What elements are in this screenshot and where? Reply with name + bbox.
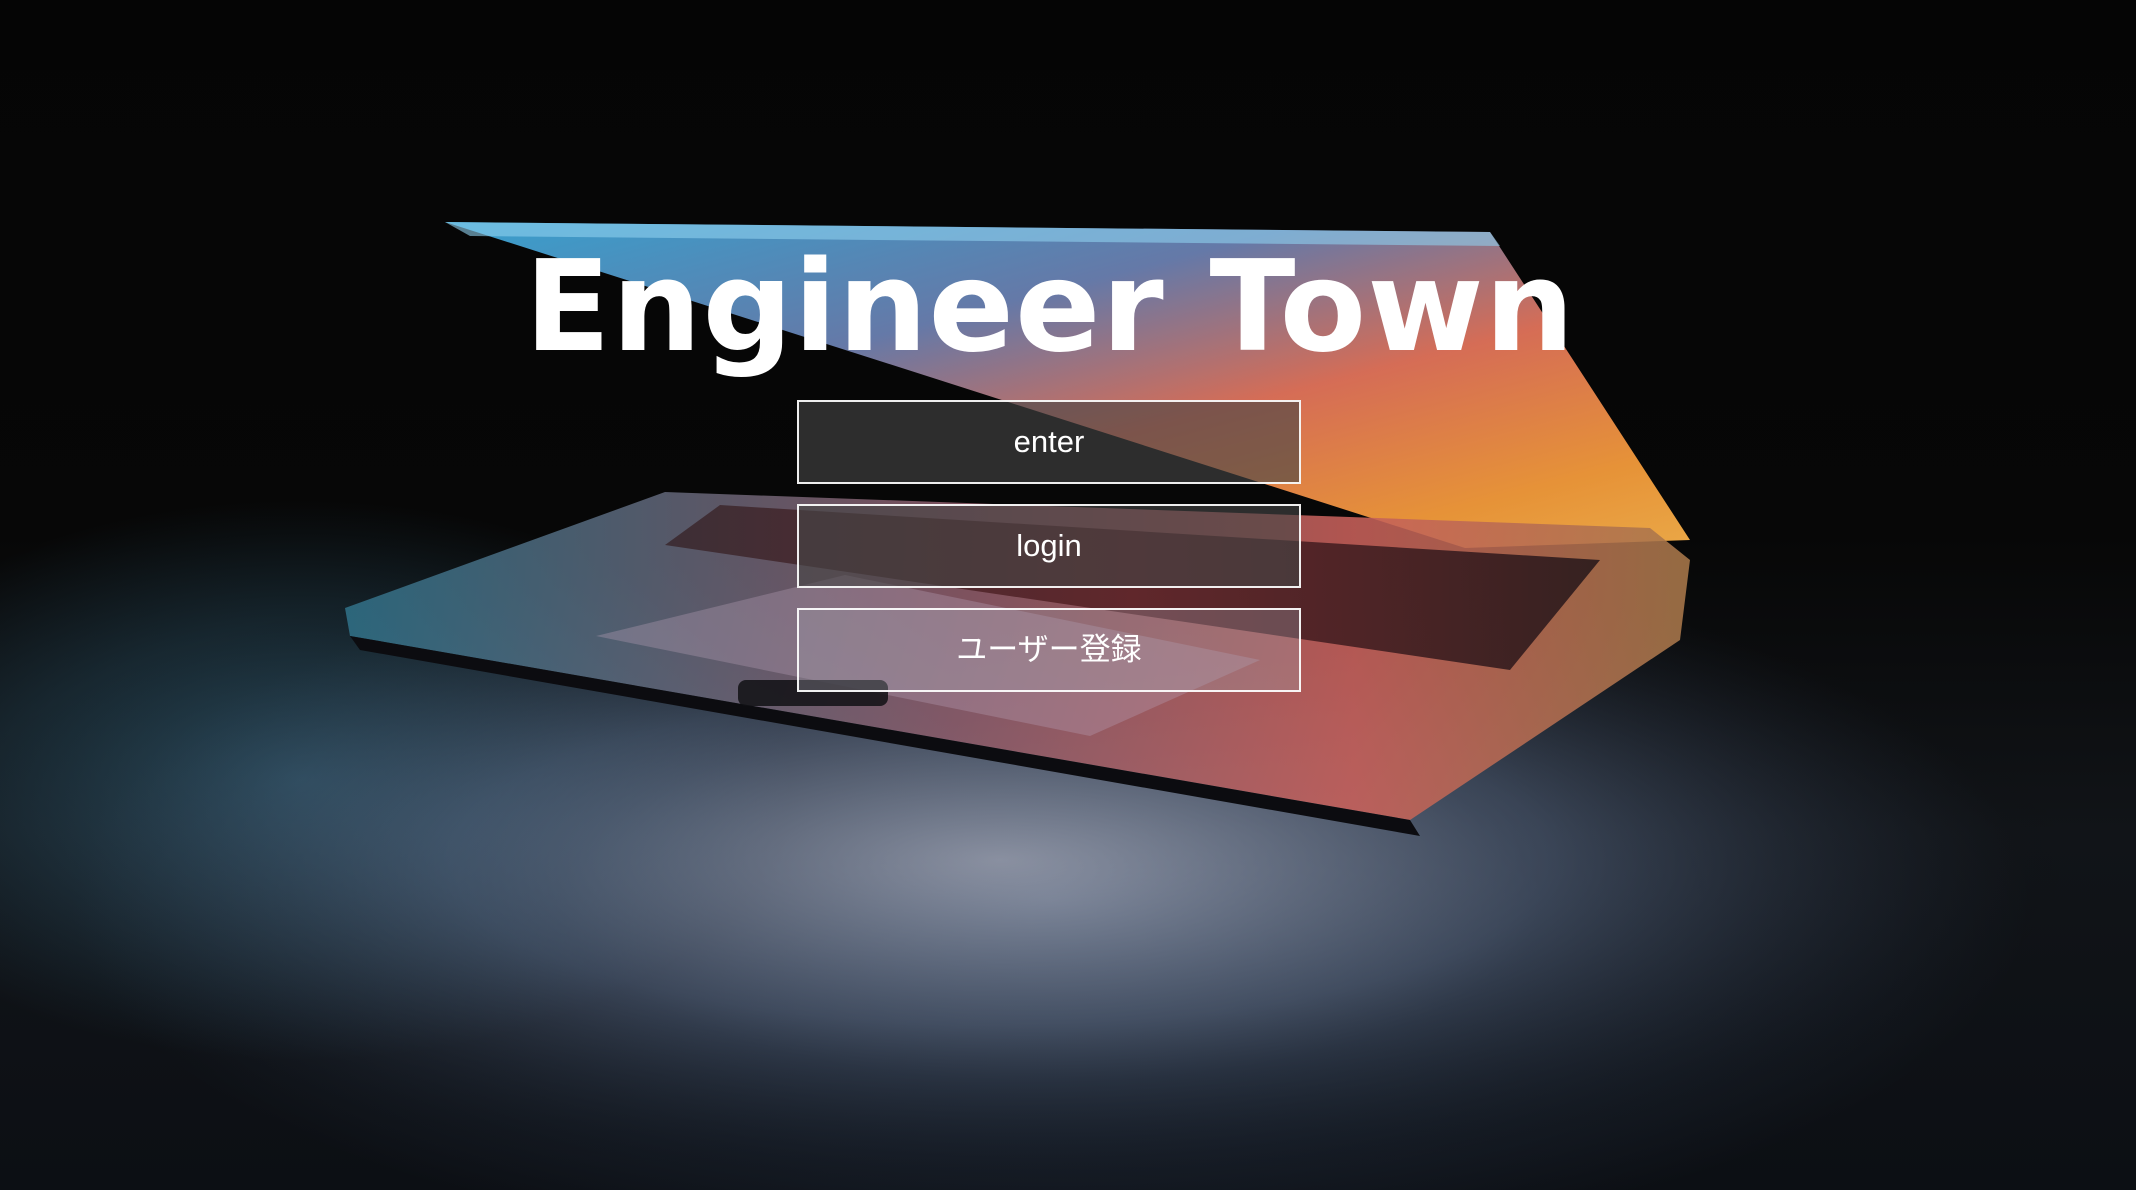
enter-button[interactable]: enter (797, 400, 1301, 484)
main-menu: enter login ユーザー登録 (797, 400, 1301, 712)
login-button[interactable]: login (797, 504, 1301, 588)
site-title: Engineer Town (524, 233, 1576, 380)
user-register-button[interactable]: ユーザー登録 (797, 608, 1301, 692)
landing-page: Engineer Town enter login ユーザー登録 (0, 0, 2136, 1190)
